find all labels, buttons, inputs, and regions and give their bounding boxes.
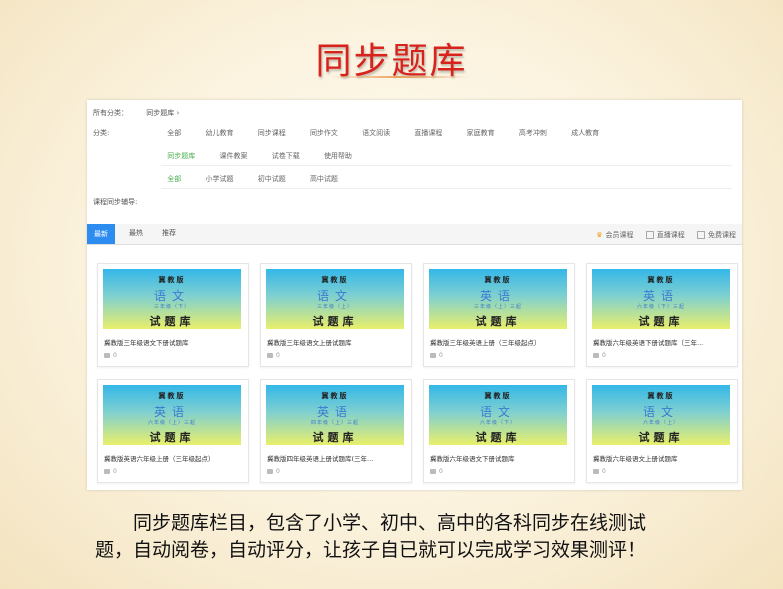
tutoring-row: 课程同步辅导: bbox=[93, 197, 137, 207]
comment-icon bbox=[104, 469, 110, 474]
card-cover[interactable]: 冀教版 英语 三年级（上）三起 试题库 bbox=[429, 269, 567, 329]
breadcrumb: 所有分类： 同步题库 › bbox=[93, 108, 195, 118]
comment-icon bbox=[430, 469, 436, 474]
category-option[interactable]: 家庭教育 bbox=[467, 128, 495, 138]
course-card[interactable]: 冀教版 语文 六年级（上） 试题库 冀教版六年级语文上册试题库 0 bbox=[586, 379, 738, 483]
level-option[interactable]: 高中试题 bbox=[310, 174, 338, 184]
subcategory-option[interactable]: 课件教案 bbox=[219, 151, 247, 161]
question-bank-panel: 所有分类： 同步题库 › 分类: 全部 幼儿教育 同步课程 同步作文 语文阅读 … bbox=[87, 100, 742, 490]
crown-icon: ♛ bbox=[596, 231, 603, 239]
tab-hottest[interactable]: 最热 bbox=[129, 228, 143, 238]
card-title[interactable]: 冀教版英语六年级上册（三年级起点） bbox=[104, 453, 244, 463]
card-cover[interactable]: 冀教版 语文 六年级（上） 试题库 bbox=[592, 385, 730, 445]
course-card[interactable]: 冀教版 英语 四年级（上）三起 试题库 冀教版四年级英语上册试题库(三年... … bbox=[260, 379, 412, 483]
subcategory-option-active[interactable]: 同步题库 bbox=[167, 151, 195, 161]
category-label: 分类: bbox=[93, 129, 110, 137]
card-comment-count: 0 bbox=[267, 468, 280, 475]
subcategory-option[interactable]: 试卷下载 bbox=[272, 151, 300, 161]
category-filter-row: 分类: 全部 幼儿教育 同步课程 同步作文 语文阅读 直播课程 家庭教育 高考冲… bbox=[93, 128, 621, 138]
comment-icon bbox=[104, 353, 110, 358]
checkbox-icon[interactable] bbox=[645, 231, 654, 239]
card-title[interactable]: 冀教版四年级英语上册试题库(三年... bbox=[267, 453, 407, 463]
card-title[interactable]: 冀教版三年级语文下册试题库 bbox=[104, 337, 244, 347]
comment-icon bbox=[430, 353, 436, 358]
category-option[interactable]: 同步作文 bbox=[310, 128, 338, 138]
card-comment-count: 0 bbox=[430, 352, 443, 359]
breadcrumb-current[interactable]: 同步题库 › bbox=[146, 109, 179, 117]
comment-icon bbox=[267, 353, 273, 358]
level-option-active[interactable]: 全部 bbox=[167, 174, 181, 184]
legend-member[interactable]: ♛ 会员课程 bbox=[596, 231, 633, 239]
sort-tab-bar: 最新 最热 推荐 ♛ 会员课程 直播课程 免费课程 bbox=[87, 224, 742, 245]
category-option[interactable]: 高考冲刺 bbox=[519, 128, 547, 138]
card-comment-count: 0 bbox=[104, 352, 117, 359]
subcategory-filter-row: 同步题库 课件教案 试卷下载 使用帮助 bbox=[93, 151, 374, 161]
level-filter-row: 全部 小学试题 初中试题 高中试题 bbox=[93, 174, 360, 184]
card-cover[interactable]: 冀教版 语文 三年级（上） 试题库 bbox=[266, 269, 404, 329]
checkbox-icon[interactable] bbox=[697, 231, 705, 239]
category-option[interactable]: 成人教育 bbox=[571, 128, 599, 138]
tutoring-label: 课程同步辅导: bbox=[93, 198, 138, 206]
filter-divider bbox=[161, 188, 732, 189]
comment-icon bbox=[593, 353, 599, 358]
card-comment-count: 0 bbox=[267, 352, 280, 359]
title-underline bbox=[330, 76, 470, 78]
card-title[interactable]: 冀教版三年级英语上册（三年级起点） bbox=[430, 337, 570, 347]
category-option[interactable]: 直播课程 bbox=[414, 128, 442, 138]
category-option[interactable]: 全部 bbox=[167, 128, 181, 138]
subcategory-option[interactable]: 使用帮助 bbox=[324, 151, 352, 161]
tab-recommended[interactable]: 推荐 bbox=[162, 228, 176, 238]
breadcrumb-all[interactable]: 所有分类： bbox=[93, 109, 128, 117]
caption-line-2: 题，自动阅卷，自动评分，让孩子自已就可以完成学习效果测评！ bbox=[95, 539, 647, 561]
tab-newest[interactable]: 最新 bbox=[87, 224, 115, 244]
card-title[interactable]: 冀教版六年级语文下册试题库 bbox=[430, 453, 570, 463]
card-comment-count: 0 bbox=[104, 468, 117, 475]
course-card[interactable]: 冀教版 英语 六年级（上）三起 试题库 冀教版英语六年级上册（三年级起点） 0 bbox=[97, 379, 249, 483]
legend-free[interactable]: 免费课程 bbox=[697, 231, 736, 239]
category-option[interactable]: 语文阅读 bbox=[362, 128, 390, 138]
card-comment-count: 0 bbox=[430, 468, 443, 475]
course-card[interactable]: 冀教版 英语 六年级（下）三起 试题库 冀教版六年级英语下册试题库（三年... … bbox=[586, 263, 738, 367]
comment-icon bbox=[267, 469, 273, 474]
slide-caption: 同步题库栏目，包含了小学、初中、高中的各科同步在线测试 题，自动阅卷，自动评分，… bbox=[95, 510, 755, 564]
course-type-legend: ♛ 会员课程 直播课程 免费课程 bbox=[586, 230, 736, 240]
course-card[interactable]: 冀教版 语文 六年级（下） 试题库 冀教版六年级语文下册试题库 0 bbox=[423, 379, 575, 483]
card-comment-count: 0 bbox=[593, 352, 606, 359]
course-card[interactable]: 冀教版 语文 三年级（下） 试题库 冀教版三年级语文下册试题库 0 bbox=[97, 263, 249, 367]
card-cover[interactable]: 冀教版 语文 三年级（下） 试题库 bbox=[103, 269, 241, 329]
card-cover[interactable]: 冀教版 英语 六年级（下）三起 试题库 bbox=[592, 269, 730, 329]
course-card[interactable]: 冀教版 语文 三年级（上） 试题库 冀教版三年级语文上册试题库 0 bbox=[260, 263, 412, 367]
card-cover[interactable]: 冀教版 语文 六年级（下） 试题库 bbox=[429, 385, 567, 445]
level-option[interactable]: 初中试题 bbox=[258, 174, 286, 184]
caption-line-1: 同步题库栏目，包含了小学、初中、高中的各科同步在线测试 bbox=[133, 512, 647, 534]
card-comment-count: 0 bbox=[593, 468, 606, 475]
comment-icon bbox=[593, 469, 599, 474]
filter-divider bbox=[161, 165, 732, 166]
card-cover[interactable]: 冀教版 英语 六年级（上）三起 试题库 bbox=[103, 385, 241, 445]
card-cover[interactable]: 冀教版 英语 四年级（上）三起 试题库 bbox=[266, 385, 404, 445]
course-card[interactable]: 冀教版 英语 三年级（上）三起 试题库 冀教版三年级英语上册（三年级起点） 0 bbox=[423, 263, 575, 367]
legend-live[interactable]: 直播课程 bbox=[645, 231, 685, 239]
card-title[interactable]: 冀教版六年级英语下册试题库（三年... bbox=[593, 337, 733, 347]
category-option[interactable]: 幼儿教育 bbox=[205, 128, 233, 138]
level-option[interactable]: 小学试题 bbox=[205, 174, 233, 184]
card-title[interactable]: 冀教版六年级语文上册试题库 bbox=[593, 453, 733, 463]
category-option[interactable]: 同步课程 bbox=[258, 128, 286, 138]
card-title[interactable]: 冀教版三年级语文上册试题库 bbox=[267, 337, 407, 347]
